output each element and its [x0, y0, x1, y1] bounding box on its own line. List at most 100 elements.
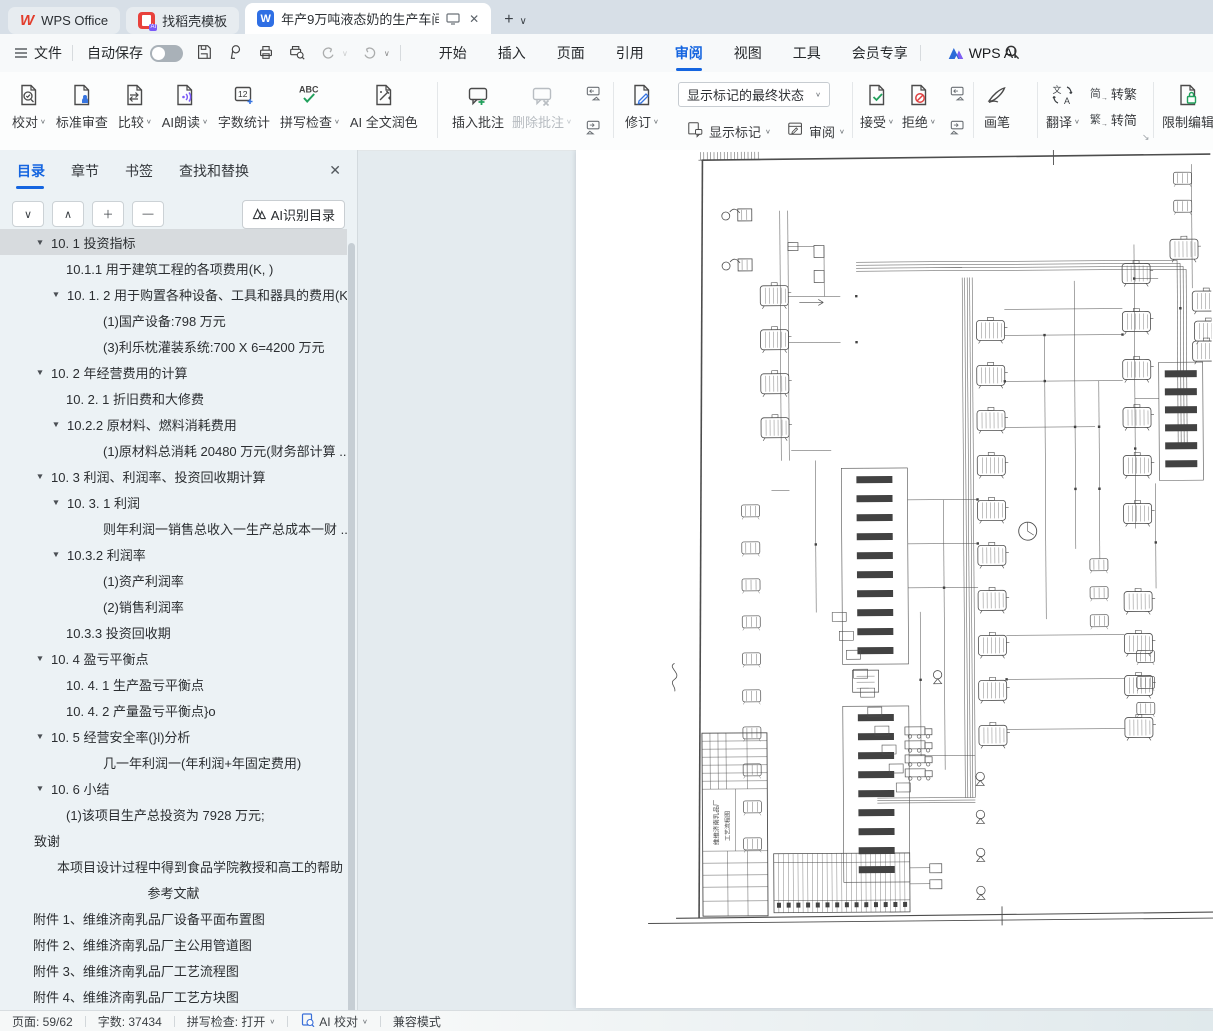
spell-check-button[interactable]: ABC 拼写检查∨ — [280, 72, 340, 131]
to-traditional-button[interactable]: 简→转繁 — [1090, 84, 1137, 103]
collapse-arrow-icon[interactable]: ▼ — [52, 550, 61, 559]
pane-tab-书签[interactable]: 书签 — [124, 151, 154, 191]
toc-item[interactable]: ▼10. 4 盈亏平衡点 — [0, 645, 347, 671]
review-pane-button[interactable]: 审阅∨ — [786, 120, 845, 142]
del-comment-button[interactable]: 删除批注∨ — [512, 72, 572, 131]
undo-icon[interactable] — [319, 43, 337, 64]
accept-button[interactable]: 接受∨ — [860, 72, 894, 131]
export-pdf-icon[interactable] — [226, 43, 244, 64]
markup-state-combobox[interactable]: 显示标记的最终状态∨ — [678, 82, 830, 107]
toc-item[interactable]: ▼10. 6 小结 — [0, 775, 347, 801]
toc-item[interactable]: (3)利乐枕灌装系统:700 X 6=4200 万元 — [0, 333, 347, 359]
prev-comment-button[interactable] — [584, 84, 604, 109]
toc-item[interactable]: 10. 2. 1 折旧费和大修费 — [0, 385, 347, 411]
pane-tab-章节[interactable]: 章节 — [70, 151, 100, 191]
redo-icon[interactable] — [361, 43, 379, 64]
toc-item[interactable]: 10. 4. 1 生产盈亏平衡点 — [0, 671, 347, 697]
collapse-arrow-icon[interactable]: ▼ — [52, 290, 61, 299]
file-menu[interactable]: 文件 — [14, 43, 62, 63]
collapse-arrow-icon[interactable]: ▼ — [36, 238, 45, 247]
compare-button[interactable]: 比较∨ — [118, 72, 152, 131]
toc-item[interactable]: 10. 4. 2 产量盈亏平衡点}o — [0, 697, 347, 723]
tab-document[interactable]: W 年产9万吨液态奶的生产车间设计 ✕ — [245, 3, 491, 34]
toc-item[interactable]: (1)国产设备:798 万元 — [0, 307, 347, 333]
toc-item[interactable]: 致谢 — [0, 827, 347, 853]
ai-polish-button[interactable]: AI 全文润色 — [350, 72, 418, 131]
collapse-arrow-icon[interactable]: ▼ — [36, 368, 45, 377]
collapse-arrow-icon[interactable]: ▼ — [36, 654, 45, 663]
history-caret-icon[interactable]: ∨ — [384, 49, 390, 58]
menu-item-视图[interactable]: 视图 — [732, 35, 764, 71]
collapse-arrow-icon[interactable]: ▼ — [36, 784, 45, 793]
toc-item[interactable]: ▼10. 3 利润、利润率、投资回收期计算 — [0, 463, 347, 489]
toc-item[interactable]: ▼10. 2 年经营费用的计算 — [0, 359, 347, 385]
toc-item[interactable]: (2)销售利润率 — [0, 593, 347, 619]
menu-item-会员专享[interactable]: 会员专享 — [850, 35, 910, 71]
proof-button[interactable]: 校对∨ — [12, 72, 46, 131]
menu-item-工具[interactable]: 工具 — [791, 35, 823, 71]
pane-scrollbar-thumb[interactable] — [348, 243, 355, 1011]
add-comment-button[interactable]: 插入批注 — [452, 72, 504, 131]
toc-item[interactable]: ▼10. 1. 2 用于购置各种设备、工具和器具的费用(K ... — [0, 281, 347, 307]
toc-item[interactable]: ▼10.2.2 原材料、燃料消耗费用 — [0, 411, 347, 437]
zoom-in-button[interactable]: ＋ — [92, 201, 124, 227]
pane-tab-查找和替换[interactable]: 查找和替换 — [178, 151, 250, 191]
pane-tab-目录[interactable]: 目录 — [16, 151, 46, 191]
translate-button[interactable]: 文A 翻译∨ — [1046, 72, 1080, 131]
toc-item[interactable]: 附件 1、维维济南乳品厂设备平面布置图 — [0, 905, 347, 931]
document-page[interactable]: 维维济南乳品厂 工艺流程图 — [576, 150, 1213, 1008]
ai-read-button[interactable]: AI朗读∨ — [162, 72, 208, 131]
to-simplified-button[interactable]: 繁→转简 — [1090, 110, 1137, 129]
screen-share-icon[interactable] — [446, 13, 460, 25]
collapse-arrow-icon[interactable]: ▼ — [52, 498, 61, 507]
tab-wps-office[interactable]: W WPS Office — [8, 7, 120, 34]
next-comment-button[interactable] — [584, 118, 604, 143]
collapse-button[interactable]: ∨ — [12, 201, 44, 227]
track-button[interactable]: 修订∨ — [625, 72, 659, 131]
close-pane-icon[interactable]: ✕ — [329, 162, 341, 179]
toc-item[interactable]: ▼10. 5 经营安全率(}l)分析 — [0, 723, 347, 749]
print-icon[interactable] — [257, 43, 275, 64]
toc-item[interactable]: 附件 2、维维济南乳品厂主公用管道图 — [0, 931, 347, 957]
toc-item[interactable]: 则年利润一销售总收入一生产总成本一财 ... — [0, 515, 347, 541]
toc-item[interactable]: 参考文献 — [0, 879, 347, 905]
menu-item-开始[interactable]: 开始 — [437, 35, 469, 71]
std-review-button[interactable]: 标准审查 — [56, 72, 108, 131]
collapse-arrow-icon[interactable]: ▼ — [52, 420, 61, 429]
close-tab-icon[interactable]: ✕ — [469, 12, 479, 26]
expand-button[interactable]: ∧ — [52, 201, 84, 227]
menu-item-插入[interactable]: 插入 — [496, 35, 528, 71]
menu-item-页面[interactable]: 页面 — [555, 35, 587, 71]
new-tab-button[interactable]: + — [504, 11, 513, 29]
toc-item[interactable]: ▼10. 3. 1 利润 — [0, 489, 347, 515]
group-expand-icon[interactable]: ↘ — [1142, 132, 1150, 143]
menu-item-审阅[interactable]: 审阅 — [673, 35, 705, 71]
print-preview-icon[interactable] — [288, 43, 306, 64]
next-comment-button[interactable] — [948, 118, 968, 143]
restrict-button[interactable]: 限制编辑 — [1162, 72, 1213, 131]
toc-item[interactable]: 10.1.1 用于建筑工程的各项费用(K, ) — [0, 255, 347, 281]
search-icon[interactable] — [1004, 44, 1021, 64]
toc-item[interactable]: (1)该项目生产总投资为 7928 万元; — [0, 801, 347, 827]
ai-recognize-toc-button[interactable]: AI识别目录 — [242, 200, 345, 229]
show-markup-button[interactable]: 显示标记∨ — [686, 120, 771, 142]
reject-button[interactable]: 拒绝∨ — [902, 72, 936, 131]
toc-item[interactable]: 几一年利润一(年利润+年固定费用) — [0, 749, 347, 775]
toc-item[interactable]: 10.3.3 投资回收期 — [0, 619, 347, 645]
toc-item[interactable]: (1)原材料总消耗 20480 万元(财务部计算 ... — [0, 437, 347, 463]
collapse-arrow-icon[interactable]: ▼ — [36, 732, 45, 741]
collapse-arrow-icon[interactable]: ▼ — [36, 472, 45, 481]
toc-item[interactable]: (1)资产利润率 — [0, 567, 347, 593]
tab-list-caret-icon[interactable]: ∨ — [520, 16, 527, 27]
autosave-toggle[interactable] — [150, 45, 183, 62]
menu-item-引用[interactable]: 引用 — [614, 35, 646, 71]
toc-item[interactable]: 附件 3、维维济南乳品厂工艺流程图 — [0, 957, 347, 983]
toc-item[interactable]: ▼10.3.2 利润率 — [0, 541, 347, 567]
prev-comment-button[interactable] — [948, 84, 968, 109]
status-spell-check[interactable]: 拼写检查: 打开∨ — [175, 1013, 288, 1030]
toc-item[interactable]: ▼10. 1 投资指标 — [0, 229, 347, 255]
status-ai-proof[interactable]: AI 校对∨ — [288, 1012, 380, 1030]
word-count-button[interactable]: 12 字数统计 — [218, 72, 270, 131]
save-icon[interactable] — [195, 43, 213, 64]
status-compat-mode[interactable]: 兼容模式 — [381, 1013, 453, 1030]
